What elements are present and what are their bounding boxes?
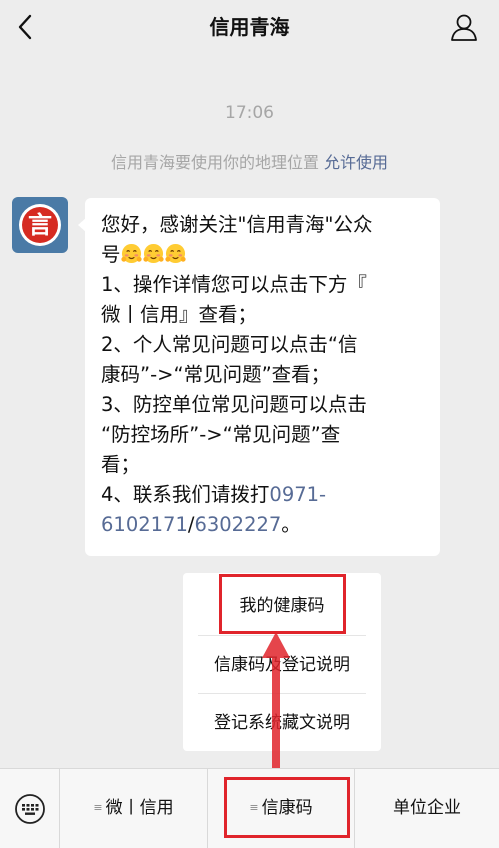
message-line: 微丨信用』查看； [101, 303, 258, 326]
person-icon [451, 14, 477, 41]
official-account-avatar[interactable]: 言 [12, 197, 68, 253]
message-line: 看； [101, 453, 141, 476]
message-line: 6102171/6302227。 [101, 513, 301, 536]
tab-unit-enterprise[interactable]: 单位企业 [355, 769, 499, 848]
avatar-logo-glyph: 言 [22, 207, 58, 243]
avatar-logo: 言 [19, 204, 61, 246]
tab-wei-credit[interactable]: ≡ 微丨信用 [60, 769, 208, 848]
phone-link[interactable]: 6102171 [101, 513, 188, 536]
arrow-up-annotation-icon [262, 632, 290, 780]
nav-bar: 信用青海 [0, 0, 499, 54]
message-line: 您好，感谢关注"信用青海"公众 [101, 213, 373, 236]
message-bubble: 您好，感谢关注"信用青海"公众 号 1、操作详情您可以点击下方『 微丨信用』查看… [78, 198, 440, 556]
menu-lines-icon: ≡ [93, 801, 103, 814]
location-tip-text: 信用青海要使用你的地理位置 [110, 153, 319, 172]
message-line: 号 [101, 240, 426, 270]
message-line: 1、操作详情您可以点击下方『 [101, 273, 367, 296]
location-tip: 信用青海要使用你的地理位置 允许使用 [0, 149, 499, 173]
profile-button[interactable] [449, 12, 479, 42]
message-timestamp: 17:06 [225, 103, 274, 123]
message-line: 3、防控单位常见问题可以点击 [101, 393, 367, 416]
message-line: 2、个人常见问题可以点击“信 [101, 333, 358, 356]
phone-link[interactable]: 6302227 [194, 513, 281, 536]
tab-label: 单位企业 [393, 798, 461, 818]
blush-emoji-icon [120, 243, 142, 264]
allow-location-link[interactable]: 允许使用 [324, 153, 388, 172]
highlight-box-my-health-code [219, 574, 346, 634]
page-title: 信用青海 [209, 15, 290, 39]
tab-label: 微丨信用 [105, 798, 174, 818]
keyboard-toggle-button[interactable] [0, 769, 60, 848]
phone-link[interactable]: 0971- [269, 483, 326, 506]
highlight-box-xinkang-code-tab [224, 777, 350, 838]
message-line: 4、联系我们请拨打0971- [101, 483, 327, 506]
message-line: “防控场所”->“常见问题”查 [101, 423, 341, 446]
blush-emoji-icon [142, 243, 164, 264]
message-line: 康码”->“常见问题”查看； [101, 363, 331, 386]
keyboard-icon [14, 794, 45, 824]
blush-emoji-icon [164, 243, 186, 264]
